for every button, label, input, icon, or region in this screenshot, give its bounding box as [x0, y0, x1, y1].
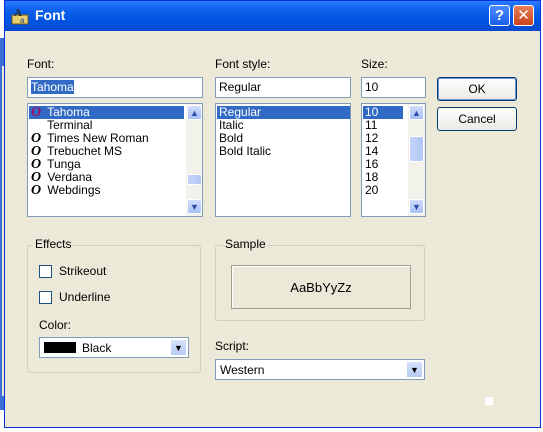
scroll-down-icon[interactable]: ▼ [409, 199, 424, 214]
scroll-down-icon[interactable]: ▼ [187, 199, 202, 214]
style-list-item[interactable]: Bold Italic [217, 145, 350, 158]
size-label: Size: [361, 57, 388, 71]
scroll-up-icon[interactable]: ▲ [187, 105, 202, 120]
effects-group-label: Effects [33, 237, 74, 251]
color-swatch [44, 342, 76, 353]
help-button[interactable]: ? [489, 5, 510, 26]
strikeout-checkbox[interactable] [39, 265, 52, 278]
font-label: Font: [27, 57, 55, 71]
font-item-label: Terminal [47, 118, 93, 132]
title-bar[interactable]: A a Font ? ✕ [5, 1, 540, 31]
font-item-label: Verdana [47, 170, 93, 184]
close-icon: ✕ [517, 7, 530, 24]
script-value: Western [220, 363, 265, 377]
cancel-button[interactable]: Cancel [437, 107, 517, 131]
color-select[interactable]: Black ▼ [39, 337, 189, 358]
ok-button[interactable]: OK [437, 77, 517, 101]
chevron-down-icon[interactable]: ▼ [170, 339, 187, 356]
font-style-list[interactable]: Regular Italic Bold Bold Italic [215, 103, 351, 217]
font-list-scrollbar[interactable]: ▲ ▼ [186, 104, 202, 216]
font-app-icon: A a [11, 7, 29, 25]
scroll-thumb[interactable] [187, 174, 202, 185]
font-style-label: Font style: [215, 57, 271, 71]
sample-preview: AaBbYyZz [231, 265, 411, 309]
font-list[interactable]: O Tahoma Terminal O Times New Roman O Tr… [27, 103, 203, 217]
font-item-label: Times New Roman [47, 131, 149, 145]
size-list[interactable]: 10 11 12 14 16 18 20 ▲ ▼ [361, 103, 426, 217]
size-list-item[interactable]: 20 [363, 184, 403, 197]
size-grip-marker [485, 397, 493, 405]
color-value: Black [82, 341, 112, 355]
script-label: Script: [215, 339, 250, 353]
font-item-label: Tunga [47, 157, 81, 171]
scroll-up-icon[interactable]: ▲ [409, 105, 424, 120]
font-name-input[interactable]: Tahoma [27, 77, 203, 98]
script-select[interactable]: Western ▼ [215, 359, 425, 380]
opentype-font-icon: O [31, 183, 42, 198]
underline-label[interactable]: Underline [59, 290, 110, 304]
window-title: Font [35, 7, 66, 23]
scroll-thumb[interactable] [409, 136, 424, 162]
font-name-value: Tahoma [31, 80, 74, 94]
font-list-item[interactable]: O Webdings [29, 183, 184, 198]
color-label: Color: [39, 318, 72, 332]
svg-text:a: a [20, 16, 25, 25]
opentype-font-icon: O [31, 105, 42, 120]
font-item-label: Webdings [47, 183, 101, 197]
font-item-label: Trebuchet MS [47, 144, 123, 158]
size-list-scrollbar[interactable]: ▲ ▼ [408, 104, 425, 216]
font-item-label: Tahoma [47, 105, 90, 119]
underline-checkbox[interactable] [39, 291, 52, 304]
sample-group-label: Sample [223, 237, 268, 251]
strikeout-label[interactable]: Strikeout [59, 264, 106, 278]
size-input[interactable]: 10 [361, 77, 426, 98]
close-button[interactable]: ✕ [513, 5, 534, 26]
font-dialog: A a Font ? ✕ Font: Tahoma O Tahoma Termi… [4, 0, 541, 428]
chevron-down-icon[interactable]: ▼ [406, 361, 423, 378]
font-style-input[interactable]: Regular [215, 77, 351, 98]
